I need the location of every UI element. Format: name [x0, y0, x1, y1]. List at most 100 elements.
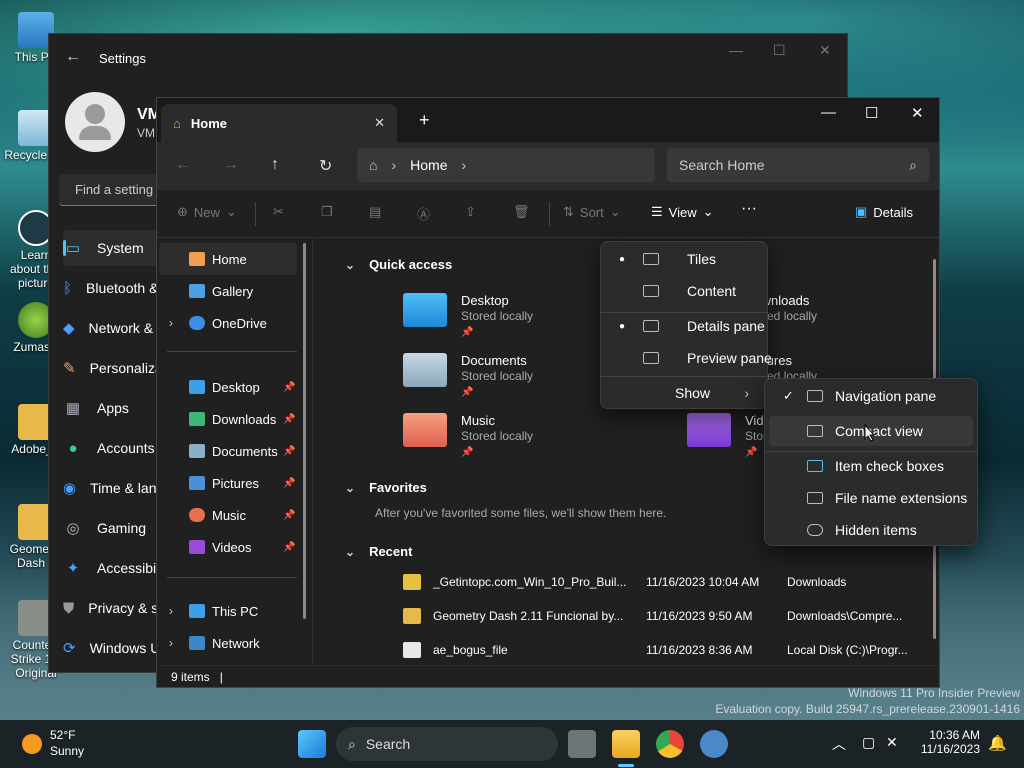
breadcrumb[interactable]: Home	[410, 157, 447, 173]
nav-onedrive[interactable]: › OneDrive	[159, 307, 295, 339]
nav-music[interactable]: Music 📌	[159, 499, 295, 531]
maximize-icon[interactable]: ☐	[865, 104, 878, 122]
nav-documents[interactable]: Documents 📌	[159, 435, 295, 467]
chevron-right-icon[interactable]: ›	[169, 316, 173, 330]
menu-item-navigation-pane[interactable]: ✓ Navigation pane	[769, 381, 973, 411]
file-name: _Getintopc.com_Win_10_Pro_Buil...	[433, 575, 627, 589]
search-input[interactable]: Search Home ⌕	[667, 148, 929, 182]
nav-pictures[interactable]: Pictures 📌	[159, 467, 295, 499]
settings-gear-icon[interactable]	[700, 730, 728, 758]
section-title: Quick access	[369, 257, 453, 272]
copy-icon[interactable]: ❐	[321, 204, 333, 220]
pin-icon[interactable]: 📌	[283, 414, 295, 425]
quick-access-documents[interactable]: Documents Stored locally 📌	[403, 353, 613, 409]
item-sub: Stored locally	[461, 309, 534, 323]
sort-button[interactable]: ⇅ Sort ⌄	[563, 204, 621, 220]
menu-item-hidden-items[interactable]: Hidden items	[769, 515, 973, 545]
menu-item-content[interactable]: Content	[605, 276, 763, 306]
nav-label: Gaming	[97, 520, 147, 536]
file-icon	[403, 642, 421, 658]
cut-icon[interactable]: ✂	[273, 204, 284, 220]
minimize-icon[interactable]: —	[821, 104, 836, 121]
rename-icon[interactable]: Ⓐ	[417, 204, 430, 223]
network-icon[interactable]: ▢	[862, 734, 875, 751]
speaker-muted-icon[interactable]: ✕	[886, 734, 898, 751]
avatar[interactable]	[65, 92, 125, 152]
chevron-down-icon[interactable]: ⌄	[345, 258, 355, 272]
new-tab-button[interactable]: +	[419, 110, 430, 131]
pin-icon[interactable]: 📌	[283, 382, 295, 393]
up-arrow-icon[interactable]: ↑	[271, 156, 279, 174]
minimize-icon[interactable]: —	[729, 42, 743, 58]
back-arrow-icon[interactable]: ←	[65, 48, 81, 66]
task-view-icon[interactable]	[568, 730, 596, 758]
nav-label: System	[97, 240, 144, 256]
nav-downloads[interactable]: Downloads 📌	[159, 403, 295, 435]
quick-access-desktop[interactable]: Desktop Stored locally 📌	[403, 293, 613, 349]
menu-item-label: Preview pane	[687, 350, 772, 366]
refresh-icon[interactable]: ↻	[319, 156, 332, 176]
taskbar-search[interactable]: ⌕ Search	[336, 727, 558, 761]
quick-access-music[interactable]: Music Stored locally 📌	[403, 413, 613, 469]
desktop-folder-icon	[403, 293, 447, 327]
forward-arrow-icon[interactable]: →	[223, 156, 239, 174]
address-bar[interactable]: ⌂ › Home ›	[357, 148, 655, 182]
view-button[interactable]: ☰ View ⌄	[651, 204, 714, 220]
menu-item-show[interactable]: Show ›	[605, 378, 763, 408]
time: 10:36 AM	[929, 728, 980, 742]
pin-icon[interactable]: 📌	[283, 478, 295, 489]
close-icon[interactable]: ✕	[911, 104, 924, 122]
menu-item-details-pane[interactable]: ● Details pane	[605, 311, 765, 341]
nav-this-pc[interactable]: › This PC	[159, 595, 295, 627]
status-bar: 9 items |	[157, 665, 939, 687]
close-icon[interactable]: ✕	[819, 42, 831, 59]
nav-desktop[interactable]: Desktop 📌	[159, 371, 295, 403]
clock[interactable]: 10:36 AM 11/16/2023	[910, 728, 980, 756]
maximize-icon[interactable]: ☐	[773, 42, 786, 59]
menu-item-label: Navigation pane	[835, 388, 937, 404]
back-arrow-icon[interactable]: ←	[175, 156, 191, 174]
chevron-right-icon[interactable]: ›	[169, 636, 173, 650]
scrollbar[interactable]	[303, 243, 306, 619]
paste-icon[interactable]: ▤	[369, 204, 381, 220]
chrome-icon[interactable]	[656, 730, 684, 758]
section-quick-access[interactable]: ⌄ Quick access	[345, 257, 452, 272]
delete-icon[interactable]: 🗑	[513, 204, 530, 220]
cloud-icon	[189, 316, 205, 330]
section-favorites[interactable]: ⌄ Favorites	[345, 480, 427, 495]
more-options-icon[interactable]: ···	[741, 200, 757, 218]
table-row[interactable]: ae_bogus_file 11/16/2023 8:36 AM Local Dis…	[403, 638, 923, 662]
menu-item-preview-pane[interactable]: Preview pane	[605, 343, 772, 373]
chevron-right-icon[interactable]: ›	[169, 604, 173, 618]
file-location: Downloads\Compre...	[787, 609, 903, 623]
notification-bell-icon[interactable]: 🔔	[988, 734, 1007, 752]
details-button[interactable]: ▣ Details	[855, 204, 913, 220]
nav-gallery[interactable]: Gallery	[159, 275, 295, 307]
file-name: Geometry Dash 2.11 Funcional by...	[433, 609, 624, 623]
nav-network[interactable]: › Network	[159, 627, 295, 659]
menu-item-file-name-extensions[interactable]: File name extensions	[769, 483, 973, 513]
menu-item-item-check-boxes[interactable]: Item check boxes	[769, 451, 973, 481]
chevron-down-icon[interactable]: ⌄	[345, 481, 355, 495]
person-icon: ●	[68, 439, 78, 457]
menu-item-tiles[interactable]: ● Tiles	[605, 244, 763, 274]
brush-icon: ✎	[63, 360, 76, 377]
close-tab-icon[interactable]: ✕	[374, 115, 385, 131]
new-button[interactable]: ⊕ New ⌄	[177, 204, 237, 220]
tab-home[interactable]: ⌂ Home ✕	[161, 104, 397, 142]
documents-folder-icon	[403, 353, 447, 387]
nav-videos[interactable]: Videos 📌	[159, 531, 295, 563]
chevron-up-icon[interactable]: ︿	[832, 734, 846, 754]
file-date: 11/16/2023 10:04 AM	[646, 575, 760, 589]
start-windows-icon[interactable]	[298, 730, 326, 758]
share-icon[interactable]: ⇪	[465, 204, 476, 220]
pin-icon[interactable]: 📌	[283, 446, 295, 457]
table-row[interactable]: _Getintopc.com_Win_10_Pro_Buil... 11/16/2…	[403, 570, 923, 594]
chevron-down-icon[interactable]: ⌄	[345, 545, 355, 559]
section-recent[interactable]: ⌄ Recent	[345, 544, 412, 559]
pin-icon[interactable]: 📌	[283, 510, 295, 521]
table-row[interactable]: Geometry Dash 2.11 Funcional by... 11/16/…	[403, 604, 923, 628]
file-explorer-icon[interactable]	[612, 730, 640, 758]
nav-home[interactable]: Home	[159, 243, 297, 275]
pin-icon[interactable]: 📌	[283, 542, 295, 553]
